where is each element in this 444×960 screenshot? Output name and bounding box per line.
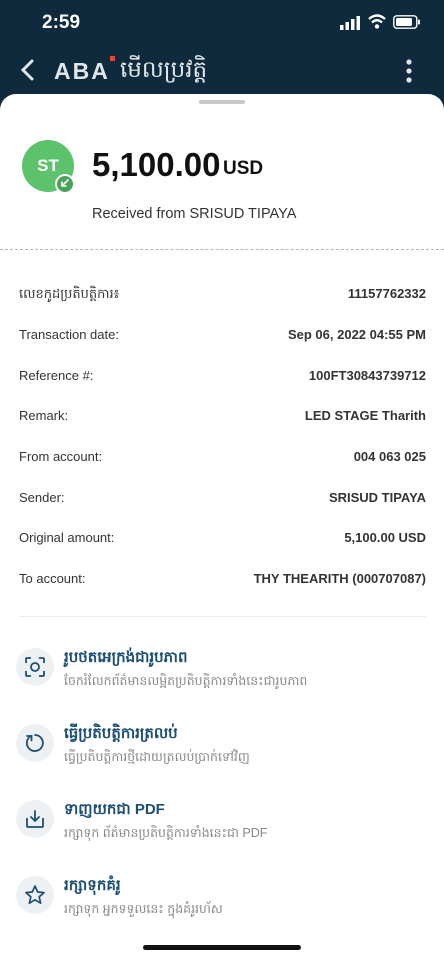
download-pdf-action[interactable]: ទាញយកជា PDF រក្សាទុក ព័ត៌មានប្រតិបត្តិកា… [16,796,436,856]
detail-row: Remark: LED STAGE Tharith [19,408,426,428]
detail-row: Original amount: 5,100.00 USD [19,530,426,550]
detail-value: 004 063 025 [353,449,426,464]
action-subtitle: រក្សាទុក អ្នកទទួលនេះ ក្នុងគំរូរហ័ស [64,902,223,916]
detail-label: Transaction date: [19,327,119,342]
detail-row: Reference #: 100FT30843739712 [19,368,426,388]
detail-row: To account: THY THEARITH (000707087) [19,571,426,591]
brand-logo-dot [110,56,115,61]
detail-value: 100FT30843739712 [308,368,426,383]
detail-value: Sep 06, 2022 04:55 PM [287,327,426,342]
dashed-separator [0,249,444,250]
action-title: ធ្វើប្រតិបត្តិការត្រលប់ [64,725,178,742]
action-subtitle: ធ្វើប្រតិបត្តិការថ្មីដោយត្រលប់ប្រាក់ទៅវិ… [64,750,250,764]
detail-row: Sender: SRISUD TIPAYA [19,490,426,510]
received-from-text: Received from SRISUD TIPAYA [92,206,297,222]
incoming-arrow-icon [55,174,75,194]
detail-value: 11157762332 [347,286,426,301]
status-time: 2:59 [42,12,81,33]
screenshot-action[interactable]: រូបថតអេក្រង់ជារូបភាព ចែករំលែកព័ត៌មានលម្អ… [16,644,436,704]
repeat-transaction-action[interactable]: ធ្វើប្រតិបត្តិការត្រលប់ ធ្វើប្រតិបត្តិកា… [16,720,436,780]
detail-label: From account: [19,449,103,464]
transaction-amount: 5,100.00 [92,146,221,183]
save-template-action[interactable]: រក្សាទុកគំរូ រក្សាទុក អ្នកទទួលនេះ ក្នុងគ… [16,872,436,932]
app-bar: ABA មើលប្រវត្តិ [0,48,444,94]
screenshot-icon [16,648,54,686]
back-arrow-icon[interactable] [18,58,38,87]
repeat-icon [16,724,54,762]
page-title: មើលប្រវត្តិ [120,56,208,82]
action-subtitle: រក្សាទុក ព័ត៌មានប្រតិបត្តិការទាំងនេះជា P… [64,826,268,840]
detail-label: Remark: [19,408,69,423]
home-indicator[interactable] [143,945,301,950]
cellular-signal-icon [340,16,360,35]
sheet-drag-handle[interactable] [199,100,245,104]
wifi-icon [368,14,386,35]
status-bar: 2:59 [0,0,444,48]
detail-row: Transaction date: Sep 06, 2022 04:55 PM [19,327,426,347]
detail-value: THY THEARITH (000707087) [253,571,426,586]
download-icon [16,800,54,838]
action-title: រក្សាទុកគំរូ [64,877,121,894]
action-title: ទាញយកជា PDF [64,801,165,818]
detail-row: លេខកូដប្រតិបត្តិការ៖ 11157762332 [19,286,426,306]
star-icon [16,876,54,914]
brand-logo: ABA [54,58,110,84]
battery-icon [393,15,421,34]
more-options-icon[interactable] [404,58,414,89]
detail-value: LED STAGE Tharith [304,408,426,423]
detail-label: To account: [19,571,86,586]
detail-label: Sender: [19,490,65,505]
detail-row: From account: 004 063 025 [19,449,426,469]
transaction-sheet: ST 5,100.00 USD Received from SRISUD TIP… [0,94,444,960]
detail-label: Original amount: [19,530,115,545]
section-divider [19,616,426,617]
detail-value: SRISUD TIPAYA [328,490,426,505]
transaction-currency: USD [223,158,264,179]
detail-label: លេខកូដប្រតិបត្តិការ៖ [19,286,120,301]
detail-value: 5,100.00 USD [344,530,426,545]
action-subtitle: ចែករំលែកព័ត៌មានលម្អិតប្រតិបត្តិការទាំងនេ… [64,674,308,688]
action-title: រូបថតអេក្រង់ជារូបភាព [64,649,188,666]
detail-label: Reference #: [19,368,94,383]
